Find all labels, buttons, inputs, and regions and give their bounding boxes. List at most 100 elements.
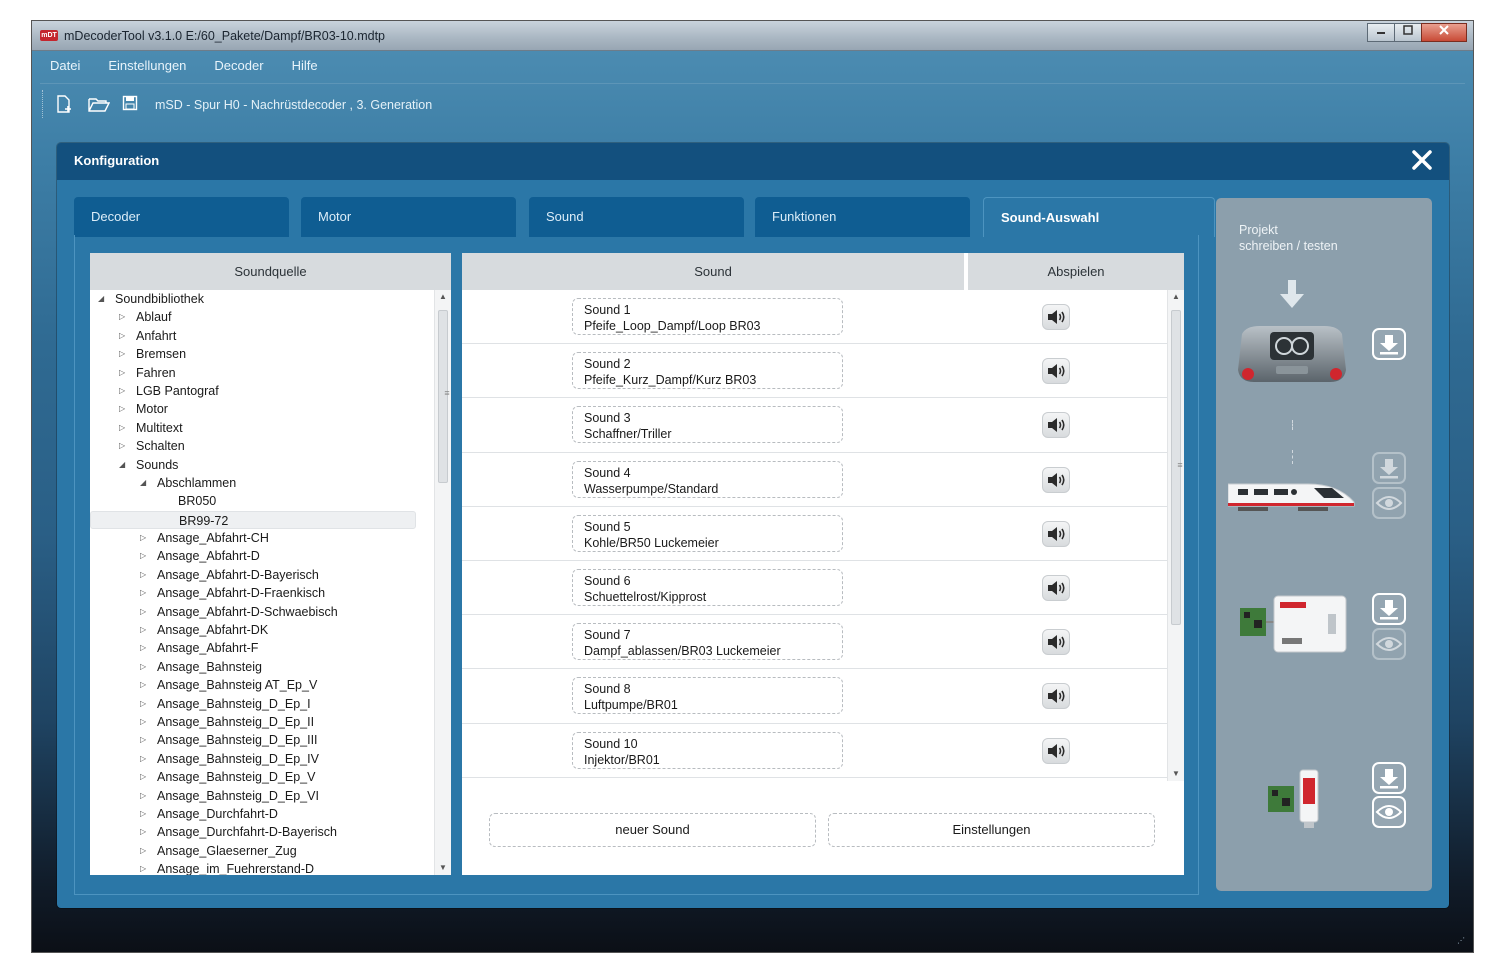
menu-datei[interactable]: Datei (40, 51, 92, 79)
open-folder-icon[interactable] (88, 95, 111, 113)
collapsed-triangle-icon[interactable]: ▷ (119, 308, 125, 326)
tree-item[interactable]: ▷ Ansage_Bahnsteig_D_Ep_III (90, 731, 434, 749)
collapsed-triangle-icon[interactable]: ▷ (140, 547, 146, 565)
write-programmer-button[interactable] (1372, 593, 1406, 625)
expanded-triangle-icon[interactable]: ◢ (140, 474, 146, 492)
collapsed-triangle-icon[interactable]: ▷ (140, 842, 146, 860)
test-train-button[interactable] (1372, 487, 1406, 519)
tree-item[interactable]: BR99-72 (90, 510, 416, 530)
collapsed-triangle-icon[interactable]: ▷ (119, 437, 125, 455)
scroll-up-icon[interactable]: ▲ (1168, 290, 1184, 304)
sound-slot[interactable]: Sound 7 Dampf_ablassen/BR03 Luckemeier (572, 623, 843, 661)
collapsed-triangle-icon[interactable]: ▷ (140, 805, 146, 823)
tree-item[interactable]: ▷ Fahren (90, 364, 434, 382)
tree-item[interactable]: ▷ Ansage_Abfahrt-D-Schwaebisch (90, 603, 434, 621)
tree-item[interactable]: ▷ Ansage_Abfahrt-D-Fraenkisch (90, 584, 434, 602)
collapsed-triangle-icon[interactable]: ▷ (140, 823, 146, 841)
test-usb-button[interactable] (1372, 796, 1406, 828)
tree-item[interactable]: ▷ Ansage_Glaeserner_Zug (90, 842, 434, 860)
collapsed-triangle-icon[interactable]: ▷ (140, 639, 146, 657)
tree-item[interactable]: ▷ Multitext (90, 419, 434, 437)
tree-item[interactable]: ▷ Ansage_Bahnsteig_D_Ep_IV (90, 750, 434, 768)
collapsed-triangle-icon[interactable]: ▷ (140, 768, 146, 786)
tree-item[interactable]: ◢ Sounds (90, 456, 434, 474)
tree-item[interactable]: ▷ Ansage_Bahnsteig_D_Ep_V (90, 768, 434, 786)
write-usb-button[interactable] (1372, 762, 1406, 794)
collapsed-triangle-icon[interactable]: ▷ (140, 860, 146, 875)
new-sound-button[interactable]: neuer Sound (489, 813, 816, 847)
speaker-icon[interactable] (1042, 683, 1070, 710)
tree-item[interactable]: ▷ Ansage_Abfahrt-DK (90, 621, 434, 639)
collapsed-triangle-icon[interactable]: ▷ (119, 345, 125, 363)
tree-item[interactable]: ◢ Soundbibliothek (90, 290, 434, 308)
tree-item[interactable]: ▷ Ansage_Bahnsteig AT_Ep_V (90, 676, 434, 694)
tree-item[interactable]: ▷ Ansage_Bahnsteig_D_Ep_VI (90, 787, 434, 805)
sound-slot[interactable]: Sound 8 Luftpumpe/BR01 (572, 677, 843, 715)
close-icon[interactable] (1421, 23, 1467, 42)
collapsed-triangle-icon[interactable]: ▷ (140, 676, 146, 694)
scroll-down-icon[interactable]: ▼ (435, 861, 451, 875)
speaker-icon[interactable] (1042, 466, 1070, 493)
collapsed-triangle-icon[interactable]: ▷ (119, 419, 125, 437)
collapsed-triangle-icon[interactable]: ▷ (140, 584, 146, 602)
collapsed-triangle-icon[interactable]: ▷ (119, 382, 125, 400)
tree-item[interactable]: ▷ Ansage_Bahnsteig_D_Ep_II (90, 713, 434, 731)
speaker-icon[interactable] (1042, 737, 1070, 764)
scroll-thumb[interactable]: ≡ (438, 310, 450, 483)
tree-item[interactable]: ▷ Bremsen (90, 345, 434, 363)
speaker-icon[interactable] (1042, 574, 1070, 601)
tab-funktionen[interactable]: Funktionen (755, 197, 970, 237)
tree-item[interactable]: ▷ Ansage_Abfahrt-D-Bayerisch (90, 566, 434, 584)
save-icon[interactable] (122, 95, 140, 113)
test-programmer-button[interactable] (1372, 628, 1406, 660)
scroll-thumb[interactable]: ≡ (1171, 310, 1183, 625)
sound-slot[interactable]: Sound 4 Wasserpumpe/Standard (572, 460, 843, 498)
tree-item[interactable]: ▷ LGB Pantograf (90, 382, 434, 400)
close-x-icon[interactable] (1411, 149, 1433, 171)
speaker-icon[interactable] (1042, 304, 1070, 330)
tab-sound[interactable]: Sound (529, 197, 744, 237)
collapsed-triangle-icon[interactable]: ▷ (140, 731, 146, 749)
collapsed-triangle-icon[interactable]: ▷ (140, 658, 146, 676)
menu-hilfe[interactable]: Hilfe (282, 51, 330, 79)
tree-item[interactable]: ▷ Ansage_Bahnsteig (90, 658, 434, 676)
tab-sound-auswahl[interactable]: Sound-Auswahl (983, 197, 1215, 237)
title-bar[interactable]: mDT mDecoderTool v3.1.0 E:/60_Pakete/Dam… (32, 21, 1473, 51)
tree-scrollbar[interactable]: ▲ ≡ ▼ (434, 290, 451, 875)
collapsed-triangle-icon[interactable]: ▷ (119, 364, 125, 382)
scroll-up-icon[interactable]: ▲ (435, 290, 451, 304)
collapsed-triangle-icon[interactable]: ▷ (119, 327, 125, 345)
collapsed-triangle-icon[interactable]: ▷ (140, 603, 146, 621)
sound-slot[interactable]: Sound 1 Pfeife_Loop_Dampf/Loop BR03 (572, 298, 843, 335)
tree-item[interactable]: ▷ Ablauf (90, 308, 434, 326)
collapsed-triangle-icon[interactable]: ▷ (140, 695, 146, 713)
sound-slot[interactable]: Sound 2 Pfeife_Kurz_Dampf/Kurz BR03 (572, 352, 843, 390)
new-file-icon[interactable] (55, 95, 73, 113)
tab-motor[interactable]: Motor (301, 197, 516, 237)
tree-item[interactable]: ▷ Ansage_Durchfahrt-D-Bayerisch (90, 823, 434, 841)
tree-item[interactable]: ▷ Schalten (90, 437, 434, 455)
speaker-icon[interactable] (1042, 358, 1070, 385)
speaker-icon[interactable] (1042, 412, 1070, 439)
tree-item[interactable]: ▷ Ansage_Bahnsteig_D_Ep_I (90, 695, 434, 713)
menu-decoder[interactable]: Decoder (204, 51, 275, 79)
collapsed-triangle-icon[interactable]: ▷ (140, 621, 146, 639)
speaker-icon[interactable] (1042, 520, 1070, 547)
tab-decoder[interactable]: Decoder (74, 197, 289, 237)
tree-item[interactable]: ▷ Anfahrt (90, 327, 434, 345)
tree-item[interactable]: ▷ Motor (90, 400, 434, 418)
tree-item[interactable]: ▷ Ansage_Durchfahrt-D (90, 805, 434, 823)
menu-einstellungen[interactable]: Einstellungen (98, 51, 198, 79)
tree-item[interactable]: ▷ Ansage_im_Fuehrerstand-D (90, 860, 434, 875)
write-mobile-station-button[interactable] (1372, 328, 1406, 360)
collapsed-triangle-icon[interactable]: ▷ (140, 566, 146, 584)
collapsed-triangle-icon[interactable]: ▷ (119, 400, 125, 418)
sound-slot[interactable]: Sound 10 Injektor/BR01 (572, 731, 843, 769)
maximize-icon[interactable] (1394, 23, 1422, 42)
minimize-icon[interactable] (1367, 23, 1395, 42)
sound-list-scrollbar[interactable]: ▲ ≡ ▼ (1167, 290, 1184, 781)
speaker-icon[interactable] (1042, 629, 1070, 656)
toolbar-grip[interactable] (42, 90, 45, 118)
expanded-triangle-icon[interactable]: ◢ (119, 456, 125, 474)
tree-item[interactable]: ▷ Ansage_Abfahrt-D (90, 547, 434, 565)
